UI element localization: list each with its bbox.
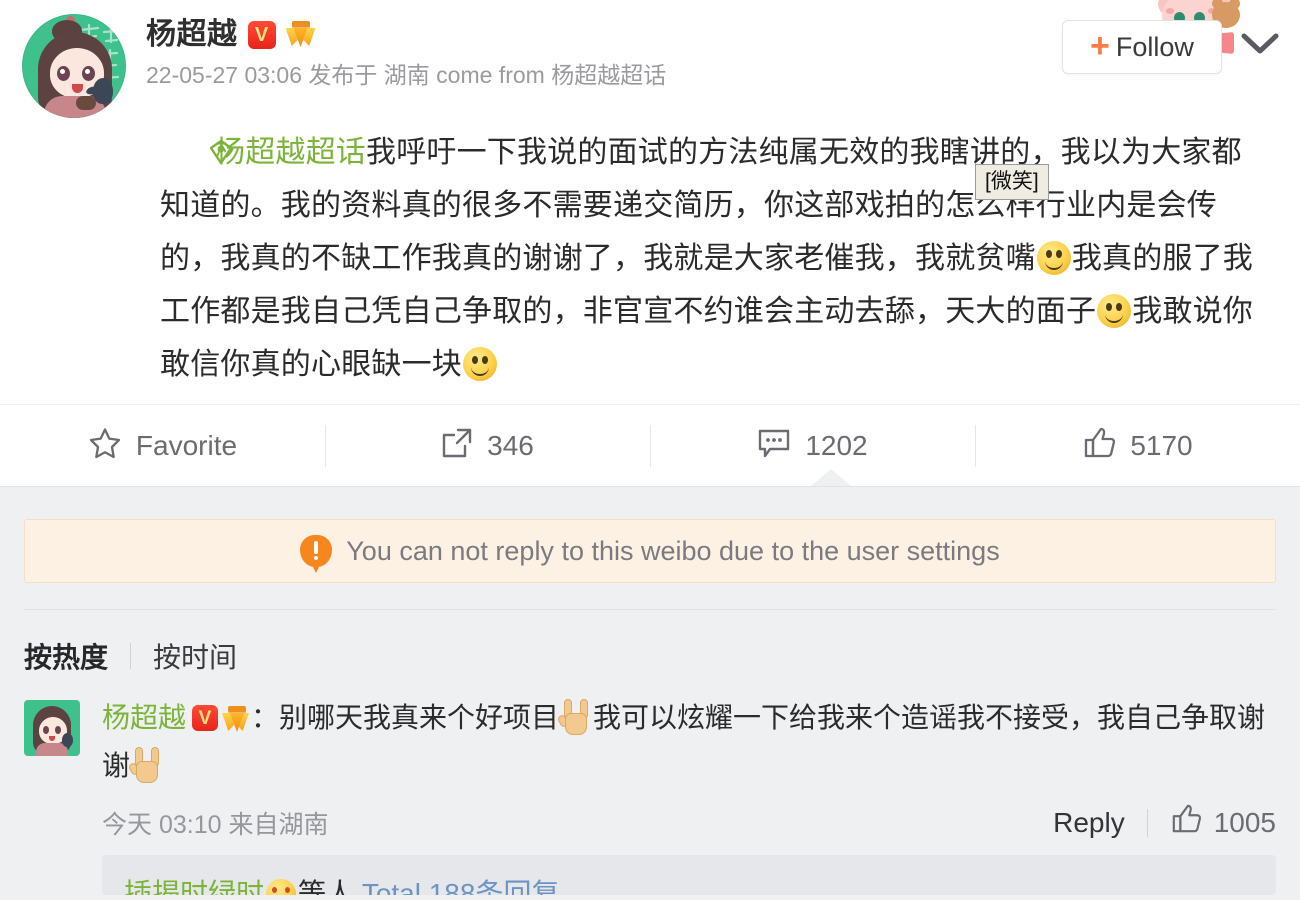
- love-you-gesture-emoji-icon: [127, 747, 163, 783]
- post-action-bar: Favorite 346 1202 5170: [0, 404, 1300, 487]
- smile-emoji-icon: [1097, 294, 1132, 328]
- weibo-v-badge-icon[interactable]: [247, 21, 276, 49]
- thumbs-up-icon: [1170, 804, 1202, 841]
- sort-by-hot-tab[interactable]: 按热度: [24, 636, 108, 676]
- comment-action-divider: [1146, 808, 1148, 837]
- comment-text-part-1: 别哪天我真来个好项目: [279, 702, 560, 733]
- avatar-eye-right: [82, 66, 95, 81]
- share-box-arrow-icon: [441, 427, 473, 466]
- avatar[interactable]: [22, 14, 126, 118]
- blush-emoji-icon: [266, 879, 297, 895]
- comment-reply-button[interactable]: Reply: [1053, 807, 1125, 839]
- follow-button[interactable]: + Follow: [1062, 20, 1222, 74]
- comment-text-part-2: 我可以炫耀一下给我来个造谣我不接受，我自己争取谢: [593, 702, 1266, 733]
- gold-crown-badge-icon[interactable]: [222, 706, 250, 732]
- avatar-bird: [93, 78, 113, 104]
- avatar-container: [22, 14, 126, 118]
- super-topic-link[interactable]: 杨超越超话: [184, 136, 366, 169]
- author-name-row: 杨超越: [146, 20, 666, 50]
- comment-like-button[interactable]: 1005: [1170, 804, 1276, 841]
- comment-panel: You can not reply to this weibo due to t…: [0, 486, 1300, 900]
- comment-actions: Reply 1005: [1053, 804, 1276, 841]
- emoji-tooltip: [微笑]: [975, 164, 1049, 201]
- post-header: 杨超越 22-05-27 03:06 发布于 湖南 come from 杨超越超…: [0, 0, 1300, 118]
- comment-tab-pointer: [811, 469, 851, 486]
- gold-crown-badge-icon[interactable]: [285, 21, 316, 49]
- like-button[interactable]: 5170: [975, 405, 1300, 487]
- exclamation-warning-icon: [300, 535, 333, 573]
- comment-colon: ：: [251, 702, 280, 733]
- reply-disabled-notice: You can not reply to this weibo due to t…: [24, 519, 1276, 583]
- avatar-eye-left: [57, 66, 70, 81]
- nested-reply-text: 等人: [298, 878, 355, 895]
- like-count: 5170: [1130, 430, 1193, 461]
- comment-item: 杨超越：别哪天我真来个好项目我可以炫耀一下给我来个造谣我不接受，我自己争取谢谢 …: [24, 694, 1276, 841]
- plus-icon: +: [1090, 26, 1110, 65]
- smile-emoji-icon: [1036, 241, 1071, 275]
- sort-by-time-tab[interactable]: 按时间: [153, 636, 237, 676]
- comment-footer: 今天 03:10 来自湖南 Reply 1005: [102, 804, 1276, 841]
- nested-reply-row: 插揭时绿时 等人 Total 188条回复: [102, 855, 1276, 895]
- post-text: 杨超越超话我呼吁一下我说的面试的方法纯属无效的我瞎讲的，我以为大家都知道的。我的…: [0, 126, 1300, 391]
- comment-timestamp: 今天 03:10 来自湖南: [102, 810, 329, 839]
- follow-button-label: Follow: [1115, 31, 1194, 62]
- love-you-gesture-emoji-icon: [556, 699, 592, 735]
- notice-text: You can not reply to this weibo due to t…: [346, 535, 1000, 566]
- avatar-hand: [76, 96, 96, 110]
- super-topic-diamond-icon: [184, 129, 233, 165]
- comment-sort-row: 按热度 按时间: [24, 609, 1276, 676]
- thumbs-up-icon: [1082, 427, 1116, 466]
- comment-author-name[interactable]: 杨超越: [102, 702, 186, 733]
- share-button[interactable]: 346: [325, 405, 650, 487]
- comment-text: 杨超越 ：别哪天我真来个好项目 我可以炫耀一下给我来个造谣我不接受，我自己争取谢谢: [102, 694, 1276, 790]
- post-author-block: 杨超越 22-05-27 03:06 发布于 湖南 come from 杨超越超…: [126, 14, 666, 118]
- comment-like-count: 1005: [1213, 806, 1276, 838]
- chevron-down-button[interactable]: [1238, 22, 1282, 66]
- chevron-down-icon: [1241, 33, 1279, 54]
- comment-count: 1202: [805, 430, 868, 461]
- favorite-button[interactable]: Favorite: [0, 405, 325, 487]
- nested-reply-total-link[interactable]: Total 188条回复: [362, 878, 560, 895]
- comment-avatar[interactable]: [24, 700, 80, 756]
- post-meta: 22-05-27 03:06 发布于 湖南 come from 杨超越超话: [146, 62, 667, 88]
- author-name[interactable]: 杨超越: [146, 20, 238, 50]
- weibo-v-badge-icon[interactable]: [192, 705, 219, 731]
- favorite-label: Favorite: [135, 430, 238, 461]
- sort-divider: [130, 643, 132, 669]
- smile-emoji-icon: [463, 347, 497, 381]
- comment-text-part-3: 谢: [102, 750, 131, 781]
- super-topic-label: 杨超越超话: [215, 136, 366, 169]
- nested-reply-author[interactable]: 插揭时绿时: [124, 878, 264, 895]
- star-outline-icon: [88, 426, 122, 467]
- share-count: 346: [487, 430, 534, 461]
- comment-body: 杨超越：别哪天我真来个好项目我可以炫耀一下给我来个造谣我不接受，我自己争取谢谢 …: [80, 694, 1276, 841]
- comment-bubble-icon: [757, 427, 791, 466]
- weibo-post-page: 杨超越 22-05-27 03:06 发布于 湖南 come from 杨超越超…: [0, 0, 1300, 900]
